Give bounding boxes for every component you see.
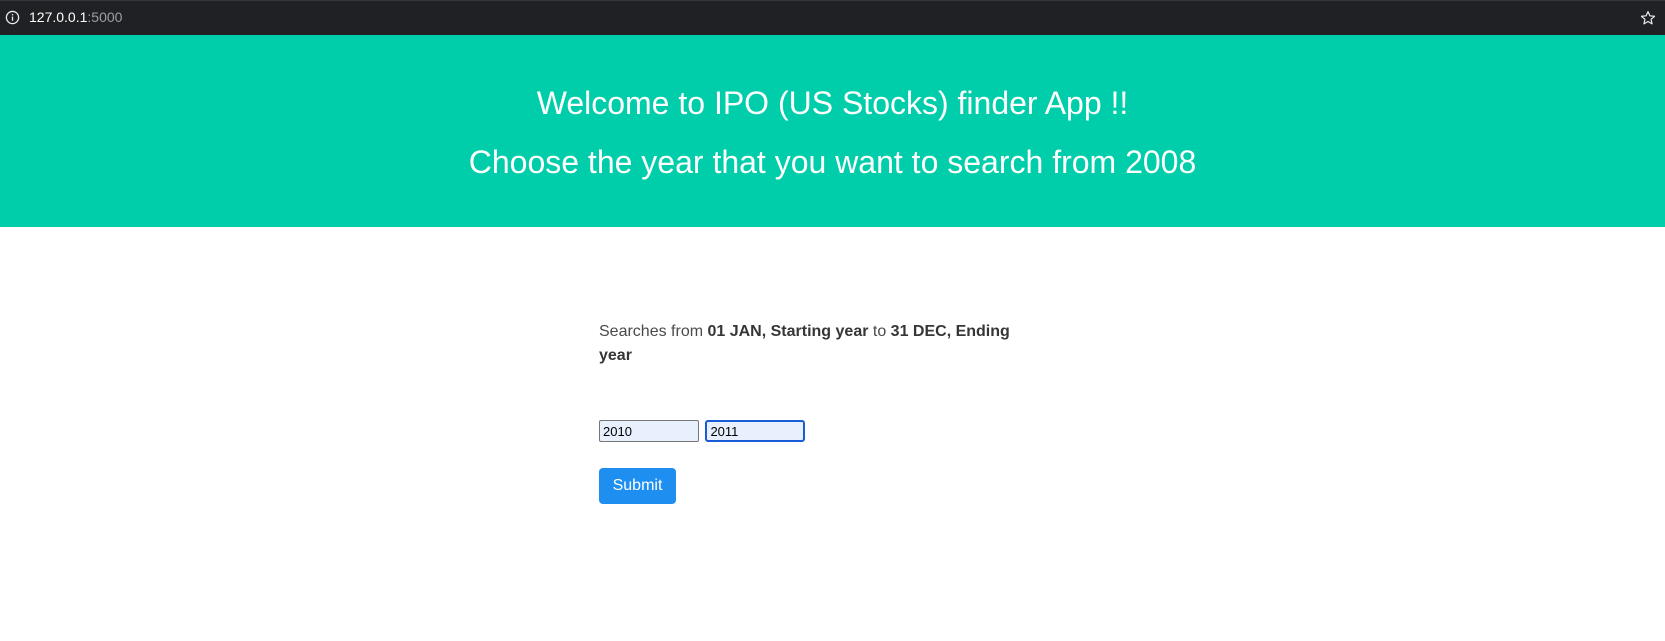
page-title: Welcome to IPO (US Stocks) finder App !! [536,85,1129,121]
start-year-input[interactable] [599,420,699,442]
page-subtitle: Choose the year that you want to search … [468,144,1197,180]
year-inputs [599,420,806,442]
url-port: :5000 [87,9,123,25]
end-year-input[interactable] [705,420,806,442]
search-form: Searches from 01 JAN, Starting year to 3… [599,320,1029,504]
submit-button[interactable]: Submit [599,468,676,504]
description-prefix: Searches from [599,323,708,340]
description-middle: to [868,323,891,340]
info-icon[interactable] [5,10,20,25]
browser-address-bar: 127.0.0.1:5000 [0,0,1665,35]
description-start: 01 JAN, Starting year [707,323,869,340]
hero-banner: Welcome to IPO (US Stocks) finder App !!… [0,35,1665,227]
url-host: 127.0.0.1 [29,9,88,25]
url-text[interactable]: 127.0.0.1:5000 [29,9,122,26]
search-description: Searches from 01 JAN, Starting year to 3… [599,320,1029,368]
star-icon[interactable] [1639,9,1657,27]
